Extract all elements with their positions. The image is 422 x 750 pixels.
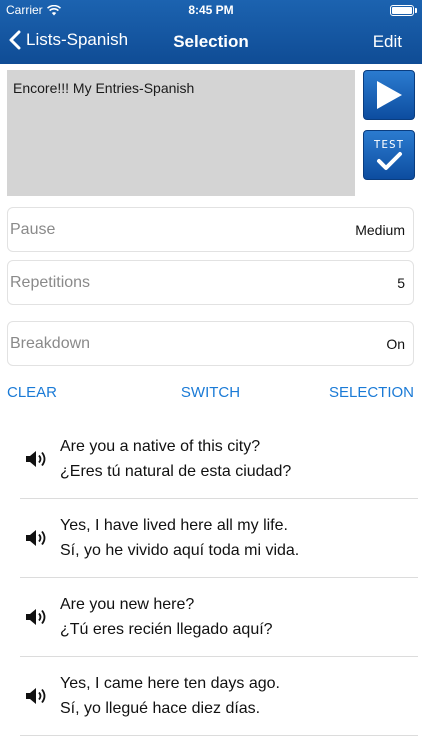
breakdown-setting-row[interactable]: Breakdown On	[7, 321, 414, 366]
phrase-spanish: Sí, yo he vivido aquí toda mi vida.	[60, 542, 300, 559]
phrase-english: Yes, I have lived here all my life.	[60, 517, 288, 534]
selected-list-box[interactable]: Encore!!! My Entries-Spanish	[7, 70, 355, 196]
phrase-spanish: Sí, yo llegué hace diez días.	[60, 700, 261, 717]
phrase-text: Are you a native of this city? ¿Eres tú …	[60, 434, 291, 484]
pause-setting-row[interactable]: Pause Medium	[7, 207, 414, 252]
selected-list-name: Encore!!! My Entries-Spanish	[13, 80, 195, 96]
phrase-text: Are you new here? ¿Tú eres recién llegad…	[60, 592, 273, 642]
play-icon	[377, 81, 402, 109]
checkmark-icon	[377, 152, 402, 170]
speaker-icon[interactable]	[24, 448, 50, 470]
phrase-english: Are you a native of this city?	[60, 438, 261, 455]
phrase-spanish: ¿Tú eres recién llegado aquí?	[60, 621, 273, 638]
test-button[interactable]: TEST	[363, 130, 415, 180]
phrase-text: Yes, I have lived here all my life. Sí, …	[60, 513, 299, 563]
phrase-list: Are you a native of this city? ¿Eres tú …	[20, 420, 418, 736]
speaker-icon[interactable]	[24, 606, 50, 628]
speaker-icon[interactable]	[24, 527, 50, 549]
list-item[interactable]: Yes, I came here ten days ago. Sí, yo ll…	[20, 657, 418, 736]
breakdown-value: On	[386, 335, 405, 352]
repetitions-setting-row[interactable]: Repetitions 5	[7, 260, 414, 305]
phrase-english: Yes, I came here ten days ago.	[60, 675, 280, 692]
navigation-bar: Carrier 8:45 PM Lists-Spanish Selection …	[0, 0, 422, 64]
action-bar: CLEAR SWITCH SELECTION	[7, 384, 414, 404]
status-bar: Carrier 8:45 PM	[0, 0, 422, 20]
list-item[interactable]: Are you new here? ¿Tú eres recién llegad…	[20, 578, 418, 657]
speaker-icon[interactable]	[24, 685, 50, 707]
edit-button[interactable]: Edit	[373, 32, 402, 52]
list-item[interactable]: Are you a native of this city? ¿Eres tú …	[20, 420, 418, 499]
back-button-label: Lists-Spanish	[26, 30, 129, 49]
clear-button[interactable]: CLEAR	[7, 384, 57, 401]
play-button[interactable]	[363, 70, 415, 120]
repetitions-value: 5	[397, 274, 405, 291]
pause-label: Pause	[10, 220, 56, 238]
status-time: 8:45 PM	[188, 3, 234, 17]
switch-button[interactable]: SWITCH	[181, 384, 240, 401]
pause-value: Medium	[355, 221, 405, 238]
breakdown-label: Breakdown	[10, 334, 91, 352]
phrase-english: Are you new here?	[60, 596, 195, 613]
chevron-left-icon	[9, 30, 21, 50]
repetitions-label: Repetitions	[10, 273, 91, 291]
list-item[interactable]: Yes, I have lived here all my life. Sí, …	[20, 499, 418, 578]
battery-icon	[390, 5, 417, 16]
selection-button[interactable]: SELECTION	[329, 384, 414, 401]
back-button[interactable]: Lists-Spanish	[8, 30, 128, 50]
phrase-text: Yes, I came here ten days ago. Sí, yo ll…	[60, 671, 280, 721]
test-button-label: TEST	[373, 138, 405, 151]
phrase-spanish: ¿Eres tú natural de esta ciudad?	[60, 463, 292, 480]
